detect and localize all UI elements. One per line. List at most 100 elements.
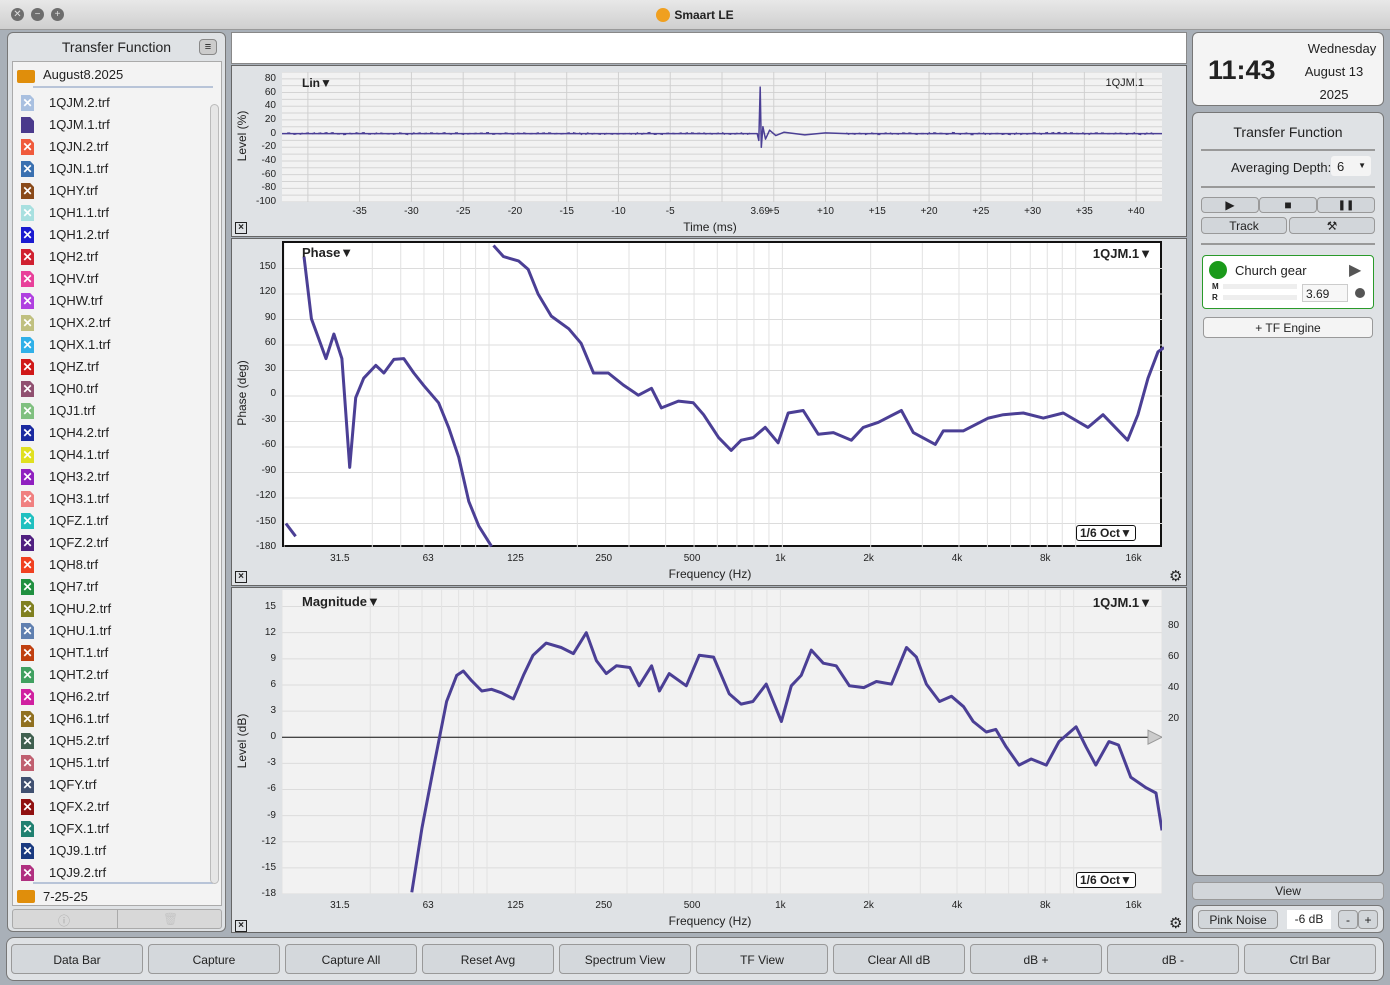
track-button[interactable]: Track [1201, 217, 1287, 234]
file-item[interactable]: ✕ 1QFX.1.trf [21, 818, 201, 840]
file-x-icon[interactable]: ✕ [21, 513, 34, 529]
file-item[interactable]: ✕ 1QH0.trf [21, 378, 201, 400]
file-x-icon[interactable]: ✕ [21, 777, 34, 793]
capture-button[interactable]: Capture [148, 944, 280, 974]
file-item[interactable]: ✕ 1QJN.2.trf [21, 136, 201, 158]
file-item[interactable]: ✕ 1QHZ.trf [21, 356, 201, 378]
tf-view-button[interactable]: TF View [696, 944, 828, 974]
file-x-icon[interactable]: ✕ [21, 95, 34, 111]
file-item[interactable]: ✕ 1QJ9.2.trf [21, 862, 201, 884]
file-item[interactable]: ✕ 1QFY.trf [21, 774, 201, 796]
reset-avg-button[interactable]: Reset Avg [422, 944, 554, 974]
file-x-icon[interactable]: ✕ [21, 711, 34, 727]
file-item[interactable]: ✕ 1QJ1.trf [21, 400, 201, 422]
file-x-icon[interactable]: ✕ [21, 183, 34, 199]
gear-icon[interactable]: ⚙ [1169, 914, 1182, 932]
file-item[interactable]: ✕ 1QH6.1.trf [21, 708, 201, 730]
file-x-icon[interactable]: ✕ [21, 821, 34, 837]
clear-all-db-button[interactable]: Clear All dB [833, 944, 965, 974]
smoothing-dropdown[interactable]: 1/6 Oct▼ [1076, 525, 1136, 541]
file-item[interactable]: ✕ 1QH2.trf [21, 246, 201, 268]
file-x-icon[interactable]: ✕ [21, 205, 34, 221]
file-item[interactable]: ✕ 1QJM.2.trf [21, 92, 201, 114]
file-item[interactable]: ✕ 1QFZ.1.trf [21, 510, 201, 532]
file-x-icon[interactable]: ✕ [21, 689, 34, 705]
file-item[interactable]: ✕ 1QJN.1.trf [21, 158, 201, 180]
file-item[interactable]: ✕ 1QHX.2.trf [21, 312, 201, 334]
file-x-icon[interactable]: ✕ [21, 425, 34, 441]
play-button[interactable]: ▶ [1201, 197, 1259, 213]
folder-august[interactable]: August8.2025 [43, 67, 123, 82]
file-item[interactable]: 1QJM.1.trf [21, 114, 201, 136]
file-item[interactable]: ✕ 1QH6.2.trf [21, 686, 201, 708]
file-x-icon[interactable]: ✕ [21, 645, 34, 661]
file-item[interactable]: ✕ 1QH1.2.trf [21, 224, 201, 246]
file-item[interactable]: ✕ 1QJ9.1.trf [21, 840, 201, 862]
close-pane-button[interactable]: × [235, 920, 247, 932]
file-item[interactable]: ✕ 1QH8.trf [21, 554, 201, 576]
file-x-icon[interactable]: ✕ [21, 733, 34, 749]
file-item[interactable]: ✕ 1QH4.1.trf [21, 444, 201, 466]
scrollbar[interactable] [210, 104, 219, 884]
folder-7-25-25[interactable]: 7-25-25 [43, 889, 88, 904]
view-button[interactable]: View [1192, 882, 1384, 900]
file-x-icon[interactable]: ✕ [21, 865, 34, 881]
file-x-icon[interactable]: ✕ [21, 557, 34, 573]
file-x-icon[interactable]: ✕ [21, 249, 34, 265]
file-item[interactable]: ✕ 1QH5.1.trf [21, 752, 201, 774]
active-file-icon[interactable] [21, 117, 34, 133]
file-x-icon[interactable]: ✕ [21, 579, 34, 595]
file-item[interactable]: ✕ 1QHX.1.trf [21, 334, 201, 356]
add-tf-engine-button[interactable]: + TF Engine [1203, 317, 1373, 338]
db-button[interactable]: dB + [970, 944, 1102, 974]
close-pane-button[interactable]: × [235, 571, 247, 583]
file-x-icon[interactable]: ✕ [21, 799, 34, 815]
gear-icon[interactable]: ⚙ [1169, 567, 1182, 585]
plot-mode-dropdown[interactable]: Magnitude▼ [302, 594, 380, 609]
file-item[interactable]: ✕ 1QH7.trf [21, 576, 201, 598]
file-x-icon[interactable]: ✕ [21, 491, 34, 507]
tools-button[interactable]: ⚒ [1289, 217, 1375, 234]
menu-icon[interactable]: ≡ [199, 39, 217, 55]
engine-status-icon[interactable] [1209, 261, 1227, 279]
file-item[interactable]: ✕ 1QH3.2.trf [21, 466, 201, 488]
file-x-icon[interactable]: ✕ [21, 381, 34, 397]
plot-mode-dropdown[interactable]: Phase▼ [302, 245, 353, 260]
file-item[interactable]: ✕ 1QHU.1.trf [21, 620, 201, 642]
plot-mode-dropdown[interactable]: Lin▼ [302, 76, 332, 90]
file-item[interactable]: ✕ 1QHY.trf [21, 180, 201, 202]
file-item[interactable]: ✕ 1QHT.1.trf [21, 642, 201, 664]
delay-field[interactable]: 3.69 [1302, 284, 1348, 302]
pink-noise-button[interactable]: Pink Noise [1198, 910, 1278, 929]
tf-engine-card[interactable]: Church gear ▶ M R 3.69 [1202, 255, 1374, 309]
smoothing-dropdown[interactable]: 1/6 Oct▼ [1076, 872, 1136, 888]
level-plus-button[interactable]: + [1358, 910, 1378, 929]
stop-button[interactable]: ■ [1259, 197, 1317, 213]
file-x-icon[interactable]: ✕ [21, 755, 34, 771]
trace-label[interactable]: 1QJM.1 [1062, 77, 1144, 89]
db-button[interactable]: dB - [1107, 944, 1239, 974]
file-x-icon[interactable]: ✕ [21, 843, 34, 859]
file-item[interactable]: ✕ 1QH3.1.trf [21, 488, 201, 510]
file-x-icon[interactable]: ✕ [21, 139, 34, 155]
file-item[interactable]: ✕ 1QH5.2.trf [21, 730, 201, 752]
file-x-icon[interactable]: ✕ [21, 601, 34, 617]
averaging-select[interactable]: 6 ▼ [1331, 156, 1371, 176]
file-x-icon[interactable]: ✕ [21, 293, 34, 309]
spectrum-view-button[interactable]: Spectrum View [559, 944, 691, 974]
record-dot-icon[interactable] [1355, 288, 1365, 298]
info-icon[interactable]: ⓘ [58, 912, 70, 929]
file-x-icon[interactable]: ✕ [21, 315, 34, 331]
generator-level[interactable]: -6 dB [1287, 910, 1331, 929]
file-x-icon[interactable]: ✕ [21, 535, 34, 551]
file-item[interactable]: ✕ 1QH1.1.trf [21, 202, 201, 224]
pause-button[interactable]: ❚❚ [1317, 197, 1375, 213]
file-item[interactable]: ✕ 1QHT.2.trf [21, 664, 201, 686]
file-x-icon[interactable]: ✕ [21, 403, 34, 419]
file-x-icon[interactable]: ✕ [21, 667, 34, 683]
data-bar-button[interactable]: Data Bar [11, 944, 143, 974]
file-x-icon[interactable]: ✕ [21, 447, 34, 463]
file-item[interactable]: ✕ 1QHU.2.trf [21, 598, 201, 620]
file-item[interactable]: ✕ 1QHV.trf [21, 268, 201, 290]
file-x-icon[interactable]: ✕ [21, 337, 34, 353]
